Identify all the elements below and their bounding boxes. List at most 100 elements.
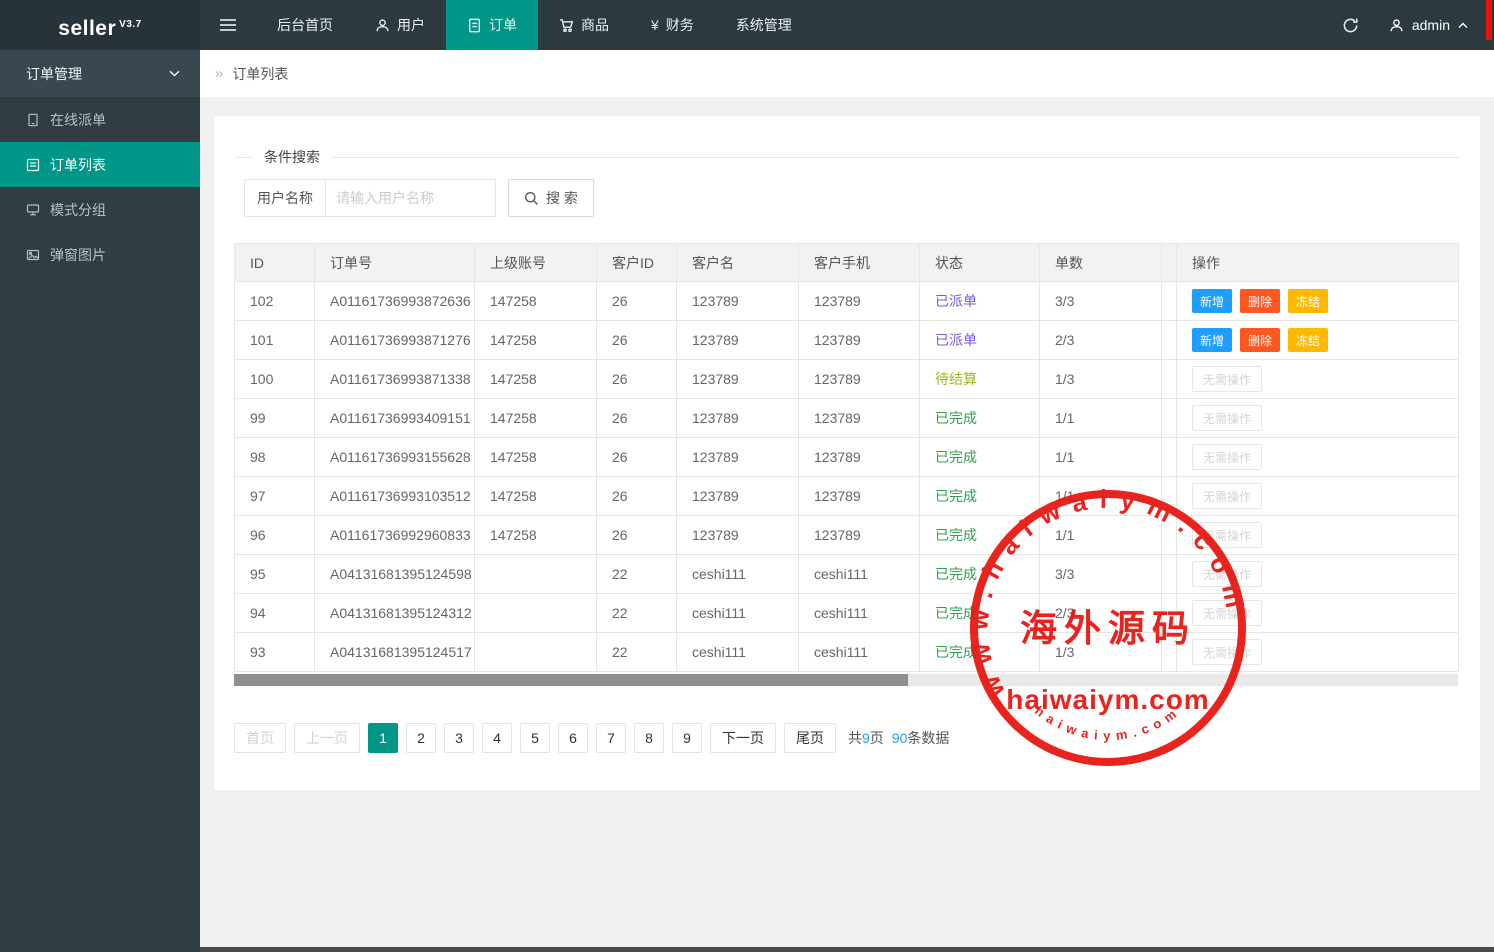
cell-customer-phone: 123789 (799, 321, 920, 360)
user-menu[interactable]: admin (1377, 17, 1494, 33)
page-button-8[interactable]: 8 (634, 723, 664, 753)
brand-logo[interactable]: sellerV3.7 (0, 0, 200, 50)
row-no-action-button: 无需操作 (1192, 522, 1262, 548)
top-bar: sellerV3.7 后台首页 用户 订单 商品 ¥ 财务 系统管理 (0, 0, 1494, 50)
cell-customer-phone: ceshi111 (799, 555, 920, 594)
sidebar: 订单管理 在线派单 订单列表 模式分组 弹窗图片 (0, 50, 200, 952)
cell-customer-name: 123789 (677, 282, 799, 321)
cell-clipped (1162, 594, 1177, 633)
sidebar-toggle-button[interactable] (200, 0, 256, 50)
cell-status: 已派单 (920, 321, 1040, 360)
cell-customer-phone: ceshi111 (799, 594, 920, 633)
nav-item-home[interactable]: 后台首页 (256, 0, 354, 50)
sidebar-item-online-dispatch[interactable]: 在线派单 (0, 97, 200, 142)
table-horizontal-scrollbar[interactable] (234, 674, 1458, 686)
pagination-next-button[interactable]: 下一页 (710, 723, 776, 753)
pagination-last-button[interactable]: 尾页 (784, 723, 836, 753)
page-button-3[interactable]: 3 (444, 723, 474, 753)
search-button[interactable]: 搜 索 (508, 179, 594, 217)
nav-item-users[interactable]: 用户 (354, 0, 446, 50)
cell-customer-id: 26 (597, 438, 677, 477)
refresh-button[interactable] (1325, 0, 1377, 50)
sidebar-item-mode-group[interactable]: 模式分组 (0, 187, 200, 232)
pagination-first-button[interactable]: 首页 (234, 723, 286, 753)
cell-actions: 无需操作 (1177, 477, 1459, 516)
search-icon (524, 191, 539, 206)
nav-item-goods[interactable]: 商品 (538, 0, 630, 50)
list-icon (26, 158, 40, 172)
user-avatar-icon (1389, 18, 1404, 33)
cell-customer-id: 26 (597, 282, 677, 321)
cell-clipped (1162, 360, 1177, 399)
nav-item-label: 财务 (666, 15, 694, 35)
cell-customer-id: 26 (597, 321, 677, 360)
cell-customer-name: 123789 (677, 360, 799, 399)
cell-order-no: A04131681395124517 (315, 633, 475, 672)
page-button-2[interactable]: 2 (406, 723, 436, 753)
summary-items-word: 条数据 (907, 730, 949, 746)
nav-item-system[interactable]: 系统管理 (715, 0, 813, 50)
row-freeze-button[interactable]: 冻结 (1288, 289, 1328, 313)
sidebar-item-order-list[interactable]: 订单列表 (0, 142, 200, 187)
row-remove-button[interactable]: 删除 (1240, 289, 1280, 313)
cell-customer-phone: 123789 (799, 399, 920, 438)
page-button-1[interactable]: 1 (368, 723, 398, 753)
cell-parent-account (475, 633, 597, 672)
pagination-prev-button[interactable]: 上一页 (294, 723, 360, 753)
col-header-id: ID (235, 244, 315, 282)
table-row: 99 A01161736993409151 147258 26 123789 1… (235, 399, 1459, 438)
chevron-down-icon (169, 70, 180, 77)
cell-count: 3/3 (1040, 282, 1162, 321)
cell-customer-id: 22 (597, 594, 677, 633)
page-button-7[interactable]: 7 (596, 723, 626, 753)
nav-item-finance[interactable]: ¥ 财务 (630, 0, 715, 50)
row-remove-button[interactable]: 删除 (1240, 328, 1280, 352)
cell-order-no: A01161736992960833 (315, 516, 475, 555)
user-name: admin (1412, 17, 1450, 33)
page-button-5[interactable]: 5 (520, 723, 550, 753)
cell-customer-name: 123789 (677, 516, 799, 555)
cell-status: 已派单 (920, 282, 1040, 321)
username-field-label: 用户名称 (244, 179, 326, 217)
summary-total-items: 90 (892, 730, 908, 746)
summary-total-pages: 9 (862, 730, 870, 746)
cell-customer-name: ceshi111 (677, 555, 799, 594)
cell-customer-phone: 123789 (799, 360, 920, 399)
cell-count: 2/3 (1040, 594, 1162, 633)
cell-order-no: A01161736993871276 (315, 321, 475, 360)
cell-customer-id: 22 (597, 633, 677, 672)
row-add-button[interactable]: 新增 (1192, 328, 1232, 352)
cell-id: 100 (235, 360, 315, 399)
row-no-action-button: 无需操作 (1192, 444, 1262, 470)
nav-item-orders[interactable]: 订单 (446, 0, 538, 50)
row-no-action-button: 无需操作 (1192, 600, 1262, 626)
cell-customer-id: 26 (597, 477, 677, 516)
cell-count: 3/3 (1040, 555, 1162, 594)
row-freeze-button[interactable]: 冻结 (1288, 328, 1328, 352)
row-no-action-button: 无需操作 (1192, 366, 1262, 392)
sidebar-item-label: 模式分组 (50, 200, 106, 220)
page-button-4[interactable]: 4 (482, 723, 512, 753)
sidebar-group-orders[interactable]: 订单管理 (0, 50, 200, 97)
col-header-customer-id: 客户ID (597, 244, 677, 282)
table-scrollbar-thumb[interactable] (234, 674, 908, 686)
cell-actions: 无需操作 (1177, 594, 1459, 633)
username-input[interactable] (326, 179, 496, 217)
cell-actions: 无需操作 (1177, 555, 1459, 594)
cell-id: 93 (235, 633, 315, 672)
cell-clipped (1162, 633, 1177, 672)
page-button-9[interactable]: 9 (672, 723, 702, 753)
page-button-6[interactable]: 6 (558, 723, 588, 753)
nav-item-label: 用户 (397, 15, 425, 35)
sidebar-item-popup-image[interactable]: 弹窗图片 (0, 232, 200, 277)
page-horizontal-scrollbar[interactable] (200, 947, 1494, 952)
cell-customer-name: ceshi111 (677, 633, 799, 672)
table-row: 93 A04131681395124517 22 ceshi111 ceshi1… (235, 633, 1459, 672)
cell-actions: 无需操作 (1177, 516, 1459, 555)
cell-id: 95 (235, 555, 315, 594)
breadcrumb-arrow-icon: » (215, 65, 223, 82)
order-list-card: 条件搜索 用户名称 搜 索 ID 订单号 上级账号 客户ID (214, 116, 1480, 790)
user-icon (375, 18, 390, 33)
sidebar-item-label: 弹窗图片 (50, 245, 106, 265)
row-add-button[interactable]: 新增 (1192, 289, 1232, 313)
